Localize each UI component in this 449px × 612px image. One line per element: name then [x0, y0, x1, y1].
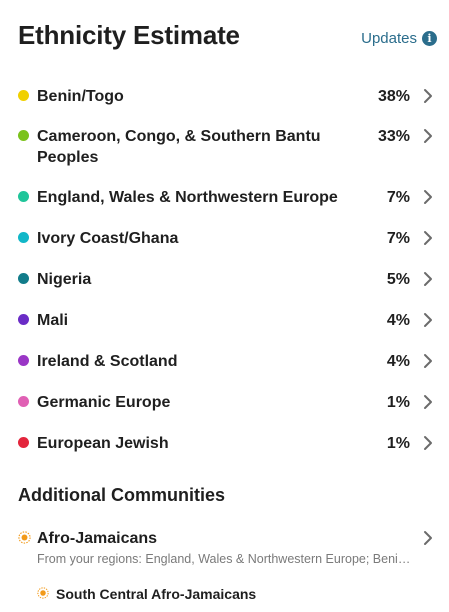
region-color-dot: [18, 355, 29, 366]
community-regions-text: From your regions: England, Wales & Nort…: [37, 552, 417, 566]
chevron-right-icon: [424, 436, 432, 450]
region-row-mali[interactable]: Mali 4%: [18, 310, 437, 331]
header: Ethnicity Estimate Updates i: [18, 18, 437, 58]
region-percent: 4%: [386, 312, 410, 329]
region-color-dot: [18, 314, 29, 325]
info-icon: i: [422, 31, 437, 46]
region-row-england-wales[interactable]: England, Wales & Northwestern Europe 7%: [18, 187, 437, 208]
region-percent: 5%: [386, 271, 410, 288]
community-sun-icon: [37, 587, 49, 599]
region-name: Ivory Coast/Ghana: [37, 230, 179, 247]
region-row-ivory-coast-ghana[interactable]: Ivory Coast/Ghana 7%: [18, 228, 437, 249]
region-color-dot: [18, 191, 29, 202]
chevron-right-icon: [424, 272, 432, 286]
chevron-right-icon: [424, 354, 432, 368]
region-name: Nigeria: [37, 271, 92, 288]
community-name: Afro-Jamaicans: [37, 530, 158, 547]
chevron-right-icon: [424, 531, 432, 545]
region-color-dot: [18, 437, 29, 448]
chevron-right-icon: [424, 395, 432, 409]
updates-link[interactable]: Updates i: [361, 30, 437, 47]
sub-community-name: South Central Afro-Jamaicans: [56, 586, 257, 602]
region-row-cameroon-congo[interactable]: Cameroon, Congo, & Southern Bantu People…: [18, 126, 437, 168]
region-row-nigeria[interactable]: Nigeria 5%: [18, 269, 437, 290]
region-name: Cameroon, Congo, & Southern Bantu People…: [37, 128, 321, 166]
region-percent: 7%: [386, 230, 410, 247]
region-name: Ireland & Scotland: [37, 353, 178, 370]
region-row-ireland-scotland[interactable]: Ireland & Scotland 4%: [18, 351, 437, 372]
region-name: Benin/Togo: [37, 88, 124, 105]
region-row-benin-togo[interactable]: Benin/Togo 38%: [18, 86, 437, 107]
region-percent: 1%: [386, 394, 410, 411]
region-color-dot: [18, 90, 29, 101]
region-name: Mali: [37, 312, 69, 329]
region-name: England, Wales & Northwestern Europe: [37, 189, 338, 206]
region-percent: 33%: [377, 128, 410, 145]
chevron-right-icon: [424, 190, 432, 204]
region-color-dot: [18, 273, 29, 284]
region-percent: 38%: [377, 88, 410, 105]
region-name: European Jewish: [37, 435, 169, 452]
chevron-right-icon: [424, 89, 432, 103]
region-color-dot: [18, 232, 29, 243]
page-title: Ethnicity Estimate: [18, 20, 240, 50]
region-percent: 7%: [386, 189, 410, 206]
chevron-right-icon: [424, 313, 432, 327]
region-row-european-jewish[interactable]: European Jewish 1%: [18, 433, 437, 454]
chevron-right-icon: [424, 231, 432, 245]
region-percent: 1%: [386, 435, 410, 452]
chevron-right-icon: [424, 129, 432, 143]
community-row-afro-jamaicans[interactable]: Afro-Jamaicans From your regions: Englan…: [18, 528, 437, 570]
region-row-germanic-europe[interactable]: Germanic Europe 1%: [18, 392, 437, 413]
region-percent: 4%: [386, 353, 410, 370]
additional-communities-heading: Additional Communities: [18, 485, 225, 505]
region-color-dot: [18, 396, 29, 407]
updates-label: Updates: [361, 30, 417, 47]
region-name: Germanic Europe: [37, 394, 171, 411]
region-color-dot: [18, 130, 29, 141]
community-sun-icon: [18, 531, 31, 544]
